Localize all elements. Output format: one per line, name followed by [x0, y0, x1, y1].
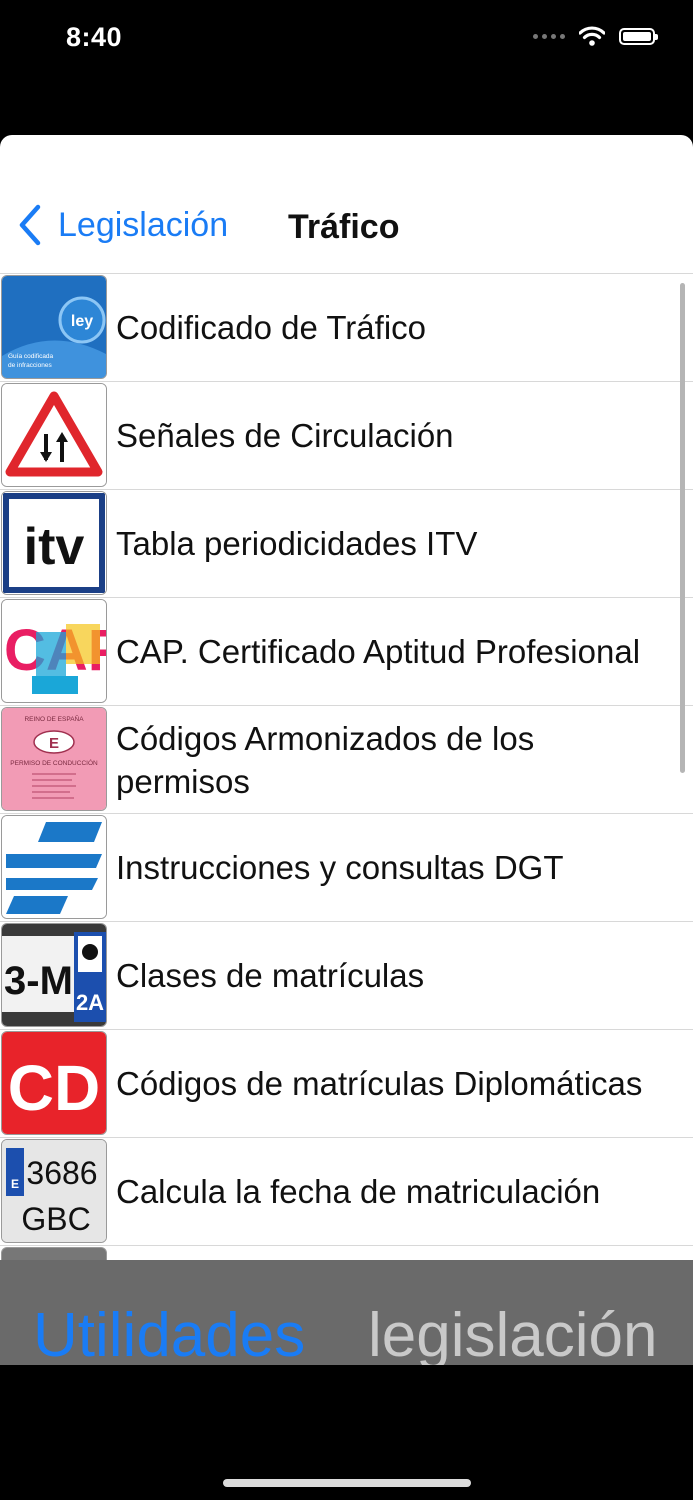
- back-button-label: Legislación: [58, 206, 229, 244]
- list-item-clases-matriculas[interactable]: 3-MP 2A Clases de matrículas: [0, 922, 693, 1030]
- status-bar: 8:40: [0, 0, 693, 80]
- segment-legislacion[interactable]: legislación: [368, 1296, 658, 1365]
- list-item-senales[interactable]: Señales de Circulación: [0, 382, 693, 490]
- battery-icon: [619, 27, 658, 45]
- list-item-partial[interactable]: [0, 1246, 693, 1260]
- license-letter: E: [49, 735, 59, 752]
- dgt-logo-icon: [1, 815, 107, 919]
- plate-region: 2A: [76, 990, 104, 1015]
- plate-country: E: [11, 1177, 19, 1191]
- ley-word: ley: [71, 313, 93, 330]
- list-item-codificado[interactable]: ley Guía codificada de infracciones Codi…: [0, 274, 693, 382]
- warning-sign-icon: [1, 383, 107, 487]
- list-item-itv[interactable]: itv Tabla periodicidades ITV: [0, 490, 693, 598]
- menu-list[interactable]: ley Guía codificada de infracciones Codi…: [0, 274, 693, 1260]
- segment-bar: Utilidades legislación: [0, 1260, 693, 1365]
- list-item-label: Códigos de matrículas Diplomáticas: [116, 1065, 643, 1102]
- list-item-dgt[interactable]: Instrucciones y consultas DGT: [0, 814, 693, 922]
- cap-logo-icon: CAP: [1, 599, 107, 703]
- home-indicator[interactable]: [223, 1479, 471, 1487]
- list-item-label: Códigos Armonizados de los permisos: [116, 719, 535, 800]
- ley-guide-icon: ley Guía codificada de infracciones: [1, 275, 107, 379]
- cd-word: CD: [8, 1052, 100, 1124]
- back-button[interactable]: Legislación: [18, 201, 228, 249]
- list-item-fecha-matriculacion[interactable]: E 3686 GBC Calcula la fecha de matricula…: [0, 1138, 693, 1246]
- scroll-indicator[interactable]: [680, 283, 685, 773]
- itv-word: itv: [24, 518, 85, 576]
- status-time: 8:40: [66, 22, 123, 52]
- list-item-label: CAP. Certificado Aptitud Profesional: [116, 633, 641, 670]
- list-item-matriculas-diplomaticas[interactable]: CD Códigos de matrículas Diplomáticas: [0, 1030, 693, 1138]
- list-item-label: Calcula la fecha de matriculación: [116, 1173, 601, 1210]
- plate-letters: GBC: [21, 1201, 90, 1237]
- list-item-label: Tabla periodicidades ITV: [116, 525, 478, 562]
- list-item-label: Señales de Circulación: [116, 417, 454, 454]
- cd-plate-icon: CD: [1, 1031, 107, 1135]
- list-item-label: Instrucciones y consultas DGT: [116, 849, 564, 886]
- list-item-codigos-armonizados[interactable]: REINO DE ESPAÑA E PERMISO DE CONDUCCIÓN …: [0, 706, 693, 814]
- signal-icon: [533, 33, 565, 39]
- chevron-left-icon: [19, 204, 41, 246]
- itv-logo-icon: itv: [1, 491, 107, 595]
- list-item-cap[interactable]: CAP CAP. Certificado Aptitud Profesional: [0, 598, 693, 706]
- license-heading: PERMISO DE CONDUCCIÓN: [10, 758, 98, 767]
- sheet: Legislación Tráfico ley Guía codificada …: [0, 135, 693, 1365]
- plate-number: 3686: [26, 1155, 97, 1191]
- ley-caption-2: de infracciones: [8, 362, 52, 369]
- status-icons: [533, 26, 658, 46]
- list-item-label: Codificado de Tráfico: [116, 309, 427, 346]
- license-country: REINO DE ESPAÑA: [24, 714, 84, 723]
- license-plates-icon: 3-MP 2A: [1, 923, 107, 1027]
- partial-thumbnail: [1, 1247, 107, 1260]
- segment-utilidades[interactable]: Utilidades: [33, 1296, 305, 1365]
- navigation-bar: Legislación Tráfico: [0, 135, 693, 274]
- page-title: Tráfico: [288, 208, 400, 246]
- driving-license-icon: REINO DE ESPAÑA E PERMISO DE CONDUCCIÓN: [1, 707, 107, 811]
- list-item-label: Clases de matrículas: [116, 957, 425, 994]
- ley-caption-1: Guía codificada: [8, 353, 54, 360]
- plate-3686gbc-icon: E 3686 GBC: [1, 1139, 107, 1243]
- wifi-icon: [579, 26, 605, 46]
